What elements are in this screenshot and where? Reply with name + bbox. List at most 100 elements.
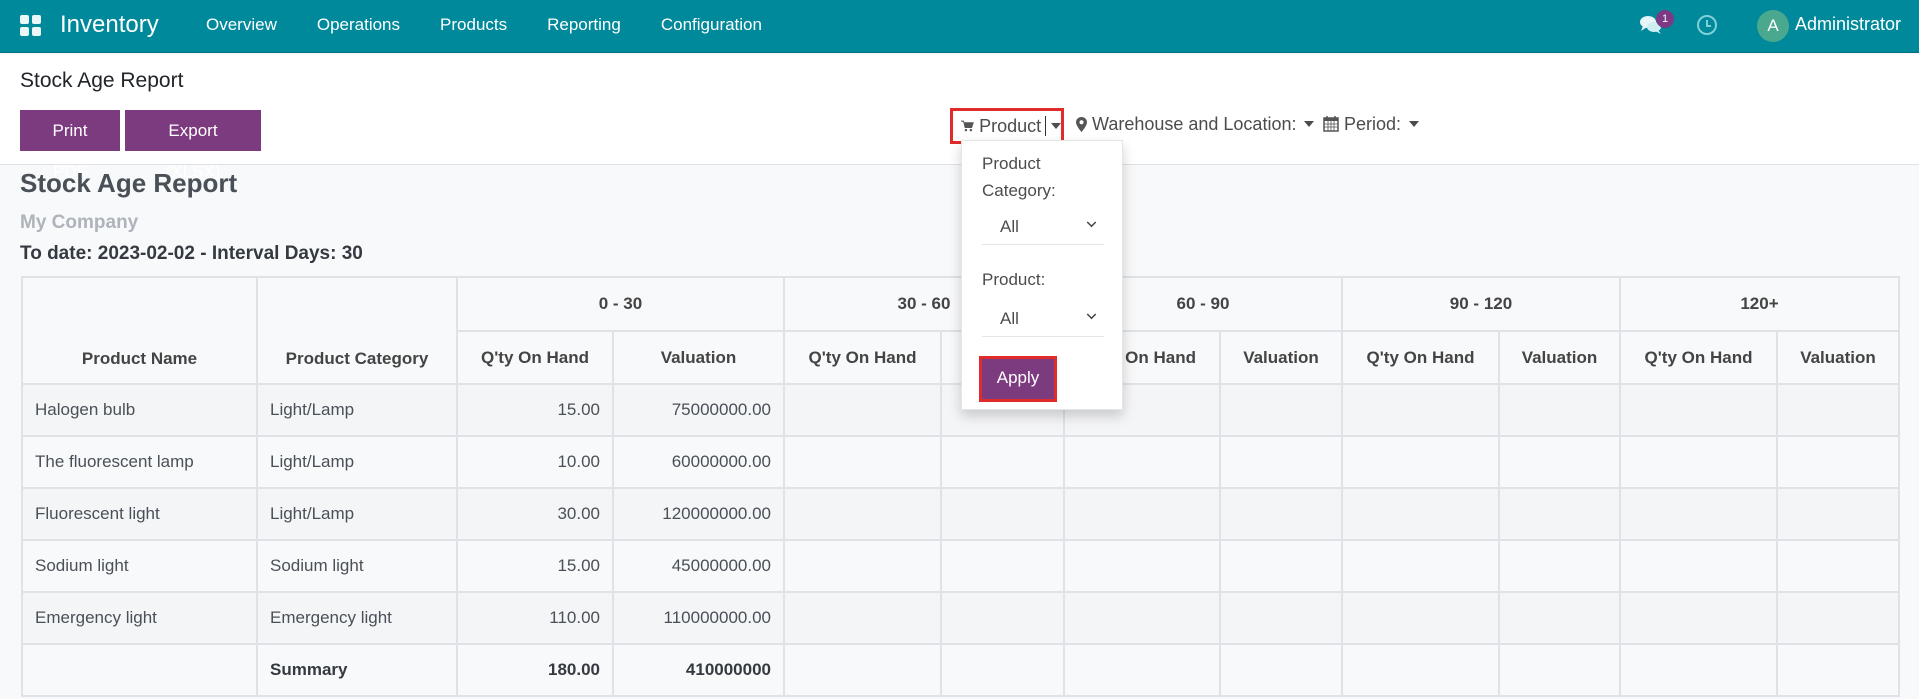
main-menu: Overview Operations Products Reporting C… — [186, 0, 782, 53]
summary-label: Summary — [256, 643, 458, 697]
cell-empty — [1776, 435, 1900, 489]
cell-empty — [940, 435, 1065, 489]
company-name: My Company — [20, 212, 139, 233]
cell-product-category: Light/Lamp — [256, 487, 458, 541]
cell-product-category: Light/Lamp — [256, 383, 458, 437]
cell-empty — [1619, 487, 1778, 541]
cart-icon — [961, 120, 974, 132]
warehouse-filter-toggle[interactable]: Warehouse and Location: — [1076, 110, 1315, 138]
header-period-90-120: 90 - 120 — [1341, 276, 1621, 332]
cell-empty — [1619, 539, 1778, 593]
summary-qty: 180.00 — [456, 643, 614, 697]
header-product-name: Product Name — [21, 276, 258, 385]
cell-empty — [1776, 383, 1900, 437]
header-valuation: Valuation — [1776, 330, 1900, 385]
cell-product-name: Halogen bulb — [21, 383, 258, 437]
cell-empty — [1498, 435, 1621, 489]
caret-down-icon — [1051, 123, 1061, 129]
caret-down-icon — [1304, 121, 1315, 127]
map-marker-icon — [1076, 116, 1087, 132]
menu-overview[interactable]: Overview — [186, 0, 297, 53]
cell-empty — [1776, 487, 1900, 541]
cell-empty — [1341, 487, 1500, 541]
text-cursor — [1045, 116, 1046, 136]
user-menu[interactable]: Administrator — [1795, 14, 1901, 35]
cell-empty — [1776, 539, 1900, 593]
caret-down-icon — [1409, 121, 1420, 127]
cell-empty — [940, 591, 1065, 645]
header-period-120-plus: 120+ — [1619, 276, 1900, 332]
cell-empty — [1219, 643, 1343, 697]
header-qty: Q'ty On Hand — [456, 330, 614, 385]
breadcrumb-title: Stock Age Report — [20, 69, 184, 92]
table-row: Sodium light Sodium light 15.00 45000000.00 — [21, 539, 1900, 593]
cell-empty — [1776, 643, 1900, 697]
cell-product-name: Emergency light — [21, 591, 258, 645]
cell-valuation: 110000000.00 — [612, 591, 785, 645]
cell-empty — [783, 487, 942, 541]
apps-menu-icon[interactable] — [20, 15, 41, 36]
menu-reporting[interactable]: Reporting — [527, 0, 641, 53]
report-title: Stock Age Report — [20, 168, 238, 198]
cell-qty: 10.00 — [456, 435, 614, 489]
product-category-select[interactable]: All — [982, 211, 1104, 245]
cell-empty — [1498, 383, 1621, 437]
cell-empty — [1341, 383, 1500, 437]
cell-empty — [1341, 591, 1500, 645]
cell-empty — [1063, 487, 1221, 541]
cell-product-name: Fluorescent light — [21, 487, 258, 541]
header-product-category: Product Category — [256, 276, 458, 385]
cell-valuation: 60000000.00 — [612, 435, 785, 489]
cell-product-category: Sodium light — [256, 539, 458, 593]
cell-empty — [1063, 539, 1221, 593]
cell-valuation: 45000000.00 — [612, 539, 785, 593]
period-filter-label: Period: — [1344, 113, 1402, 134]
user-avatar[interactable]: A — [1757, 10, 1789, 42]
product-category-value: All — [1000, 217, 1019, 236]
report-date-interval: To date: 2023-02-02 - Interval Days: 30 — [20, 243, 363, 264]
cell-empty — [1619, 591, 1778, 645]
product-filter-toggle[interactable]: Product — [950, 108, 1064, 144]
cell-empty — [940, 643, 1065, 697]
cell-valuation: 75000000.00 — [612, 383, 785, 437]
product-value: All — [1000, 309, 1019, 328]
period-filter-toggle[interactable]: Period: — [1323, 110, 1420, 138]
cell-qty: 15.00 — [456, 539, 614, 593]
chevron-down-icon — [1086, 217, 1097, 228]
cell-empty — [1341, 435, 1500, 489]
apply-button[interactable]: Apply — [979, 356, 1057, 402]
cell-empty — [783, 383, 942, 437]
menu-operations[interactable]: Operations — [297, 0, 420, 53]
cell-empty — [1219, 591, 1343, 645]
print-pdf-button[interactable]: Print PDF — [20, 110, 120, 181]
menu-products[interactable]: Products — [420, 0, 527, 53]
cell-product-name: The fluorescent lamp — [21, 435, 258, 489]
header-qty: Q'ty On Hand — [783, 330, 942, 385]
cell-empty — [1341, 643, 1500, 697]
table-row: Emergency light Emergency light 110.00 1100… — [21, 591, 1900, 645]
cell-product-category: Light/Lamp — [256, 435, 458, 489]
cell-empty — [1619, 383, 1778, 437]
cell-valuation: 120000000.00 — [612, 487, 785, 541]
warehouse-filter-label: Warehouse and Location: — [1092, 113, 1297, 134]
summary-valuation: 410000000 — [612, 643, 785, 697]
table-row: The fluorescent lamp Light/Lamp 10.00 60000… — [21, 435, 1900, 489]
cell-qty: 15.00 — [456, 383, 614, 437]
activity-clock-icon[interactable] — [1697, 15, 1717, 35]
cell-empty — [940, 487, 1065, 541]
header-valuation: Valuation — [1498, 330, 1621, 385]
menu-configuration[interactable]: Configuration — [641, 0, 782, 53]
cell-empty — [1063, 643, 1221, 697]
cell-empty — [1498, 643, 1621, 697]
export-xlsx-button[interactable]: Export (XLSX) — [125, 110, 261, 181]
chevron-down-icon — [1086, 309, 1097, 320]
cell-empty — [1219, 539, 1343, 593]
cell-qty: 110.00 — [456, 591, 614, 645]
product-select[interactable]: All — [982, 303, 1104, 337]
summary-row: Summary 180.00 410000000 — [21, 643, 1900, 697]
top-navbar: Inventory Overview Operations Products R… — [0, 0, 1919, 53]
cell-empty — [1498, 487, 1621, 541]
product-filter-label: Product — [979, 115, 1042, 136]
app-name[interactable]: Inventory — [60, 11, 159, 39]
cell-empty — [783, 643, 942, 697]
